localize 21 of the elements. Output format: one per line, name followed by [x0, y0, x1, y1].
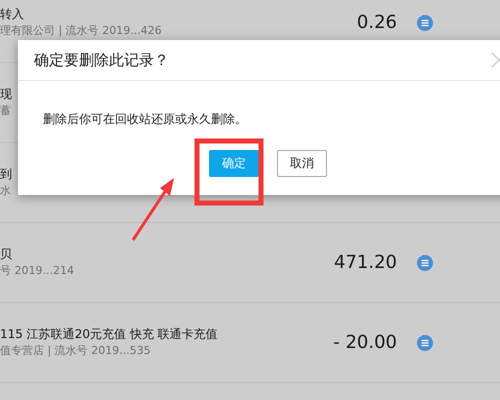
- transaction-details: 蓄: [0, 104, 12, 118]
- transaction-amount: 0.26: [356, 12, 397, 33]
- transaction-details: 理有限公司 | 流水号 2019...426: [0, 24, 163, 38]
- transaction-title: 115 江苏联通20元充值 快充 联通卡充值: [0, 327, 219, 342]
- menu-icon[interactable]: [417, 254, 433, 270]
- menu-icon[interactable]: [417, 14, 433, 30]
- transaction-title: 到: [0, 167, 13, 182]
- menu-icon[interactable]: [417, 334, 433, 350]
- transaction-title: 贝: [0, 247, 13, 262]
- dialog-message: 删除后你可在回收站还原或永久删除。: [43, 111, 248, 128]
- dialog-title: 确定要删除此记录？: [34, 50, 170, 70]
- transaction-details: 号 2019...214: [0, 264, 75, 278]
- arrow-drawing: [132, 178, 174, 241]
- transaction-title: 转入: [0, 7, 25, 22]
- transaction-amount: - 20.00: [333, 332, 397, 353]
- transaction-details: 值专营店 | 流水号 2019...535: [0, 344, 152, 358]
- transaction-details: 水: [0, 184, 12, 198]
- highlight-frame: [194, 138, 264, 206]
- transaction-title: 现: [0, 87, 13, 102]
- transaction-amount: 471.20: [334, 252, 397, 273]
- cancel-button[interactable]: 取消: [277, 150, 327, 177]
